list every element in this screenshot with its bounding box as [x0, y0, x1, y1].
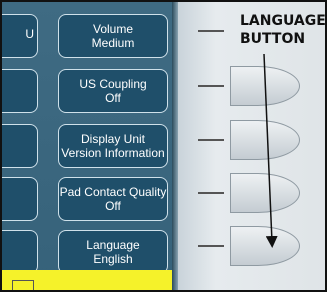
- left-button-1[interactable]: U: [2, 14, 38, 58]
- annotation-line-1: LANGUAGE: [240, 13, 326, 29]
- language-value: English: [93, 252, 133, 266]
- display-unit-title: Display Unit: [80, 132, 146, 146]
- left-button-4[interactable]: [2, 177, 38, 221]
- volume-title: Volume: [92, 22, 134, 36]
- us-coupling-button[interactable]: US Coupling Off: [58, 69, 168, 113]
- annotation-label: LANGUAGE BUTTON: [240, 12, 326, 48]
- pointer-tick-5: [198, 245, 224, 247]
- display-unit-button[interactable]: Display Unit Version Information: [58, 124, 168, 168]
- us-coupling-value: Off: [105, 91, 121, 105]
- left-button-1-label: U: [25, 27, 34, 41]
- pointer-tick-4: [198, 192, 224, 194]
- language-menu-button[interactable]: Language English: [58, 230, 168, 274]
- volume-button[interactable]: Volume Medium: [58, 14, 168, 58]
- pad-contact-quality-value: Off: [105, 199, 121, 213]
- volume-value: Medium: [91, 36, 135, 50]
- us-coupling-title: US Coupling: [79, 77, 147, 91]
- left-button-5[interactable]: [2, 230, 38, 274]
- pad-contact-quality-button[interactable]: Pad Contact Quality Off: [58, 177, 168, 221]
- language-title: Language: [86, 238, 140, 252]
- annotation-line-2: BUTTON: [240, 31, 306, 47]
- pointer-tick-2: [198, 85, 224, 87]
- pointer-tick-3: [198, 139, 224, 141]
- left-button-3[interactable]: [2, 124, 38, 168]
- device-screen: U Volume Medium US Coupling Off Display …: [2, 2, 178, 290]
- pointer-tick-1: [198, 30, 224, 32]
- pad-contact-quality-title: Pad Contact Quality: [59, 185, 167, 199]
- display-unit-value: Version Information: [61, 146, 165, 160]
- left-button-2[interactable]: [2, 69, 38, 113]
- device-frame: U Volume Medium US Coupling Off Display …: [0, 0, 327, 292]
- status-indicator: [12, 280, 34, 290]
